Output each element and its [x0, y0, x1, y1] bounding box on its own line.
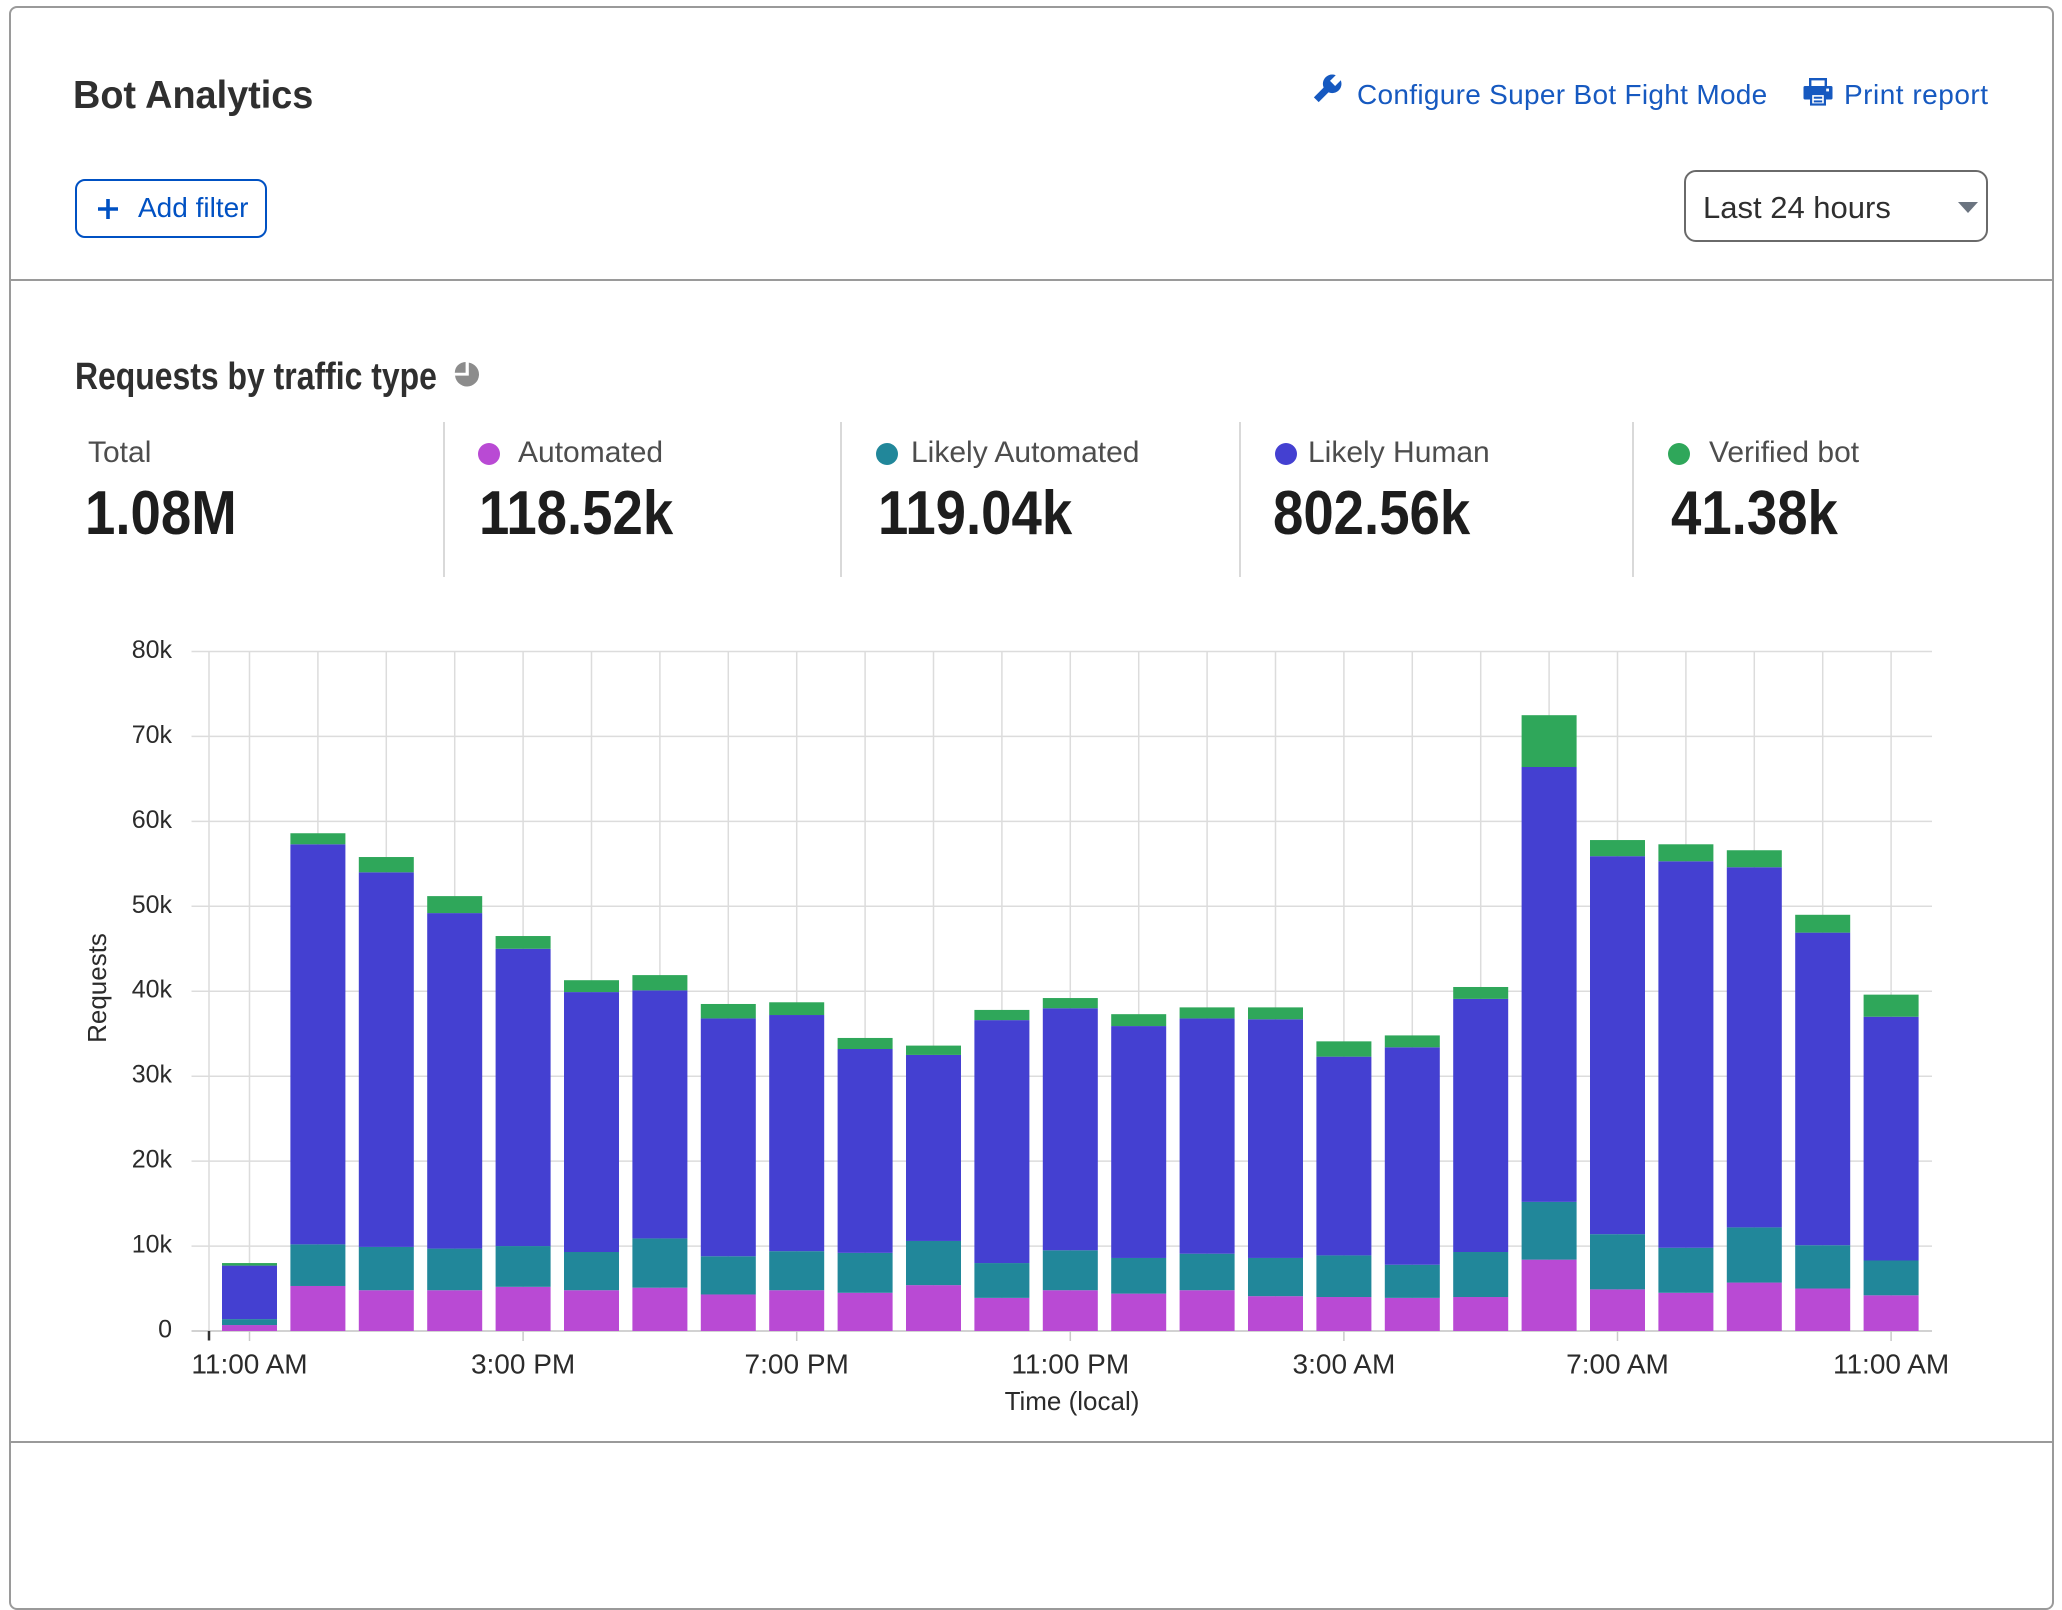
svg-text:70k: 70k	[132, 721, 173, 749]
svg-text:7:00 PM: 7:00 PM	[745, 1349, 849, 1380]
svg-text:3:00 PM: 3:00 PM	[471, 1349, 575, 1380]
svg-text:60k: 60k	[132, 806, 173, 834]
svg-text:20k: 20k	[132, 1146, 173, 1174]
svg-text:Requests: Requests	[82, 933, 112, 1043]
svg-text:11:00 AM: 11:00 AM	[191, 1349, 307, 1380]
svg-text:40k: 40k	[132, 976, 173, 1004]
svg-text:3:00 AM: 3:00 AM	[1293, 1349, 1396, 1380]
svg-text:Time (local): Time (local)	[1005, 1386, 1140, 1416]
svg-text:10k: 10k	[132, 1231, 173, 1259]
svg-text:7:00 AM: 7:00 AM	[1566, 1349, 1669, 1380]
svg-text:11:00 AM: 11:00 AM	[1833, 1349, 1949, 1380]
svg-text:50k: 50k	[132, 891, 173, 919]
svg-text:30k: 30k	[132, 1061, 173, 1089]
svg-text:80k: 80k	[132, 636, 173, 664]
svg-text:11:00 PM: 11:00 PM	[1011, 1349, 1129, 1380]
svg-text:0: 0	[158, 1316, 172, 1344]
